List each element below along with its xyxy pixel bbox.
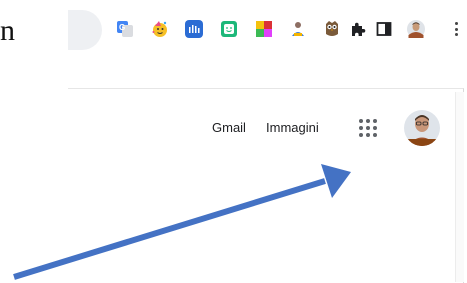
page-content-area [68, 88, 464, 283]
puzzle-extensions-icon[interactable] [349, 20, 367, 38]
profile-avatar-icon[interactable] [407, 20, 425, 38]
more-menu-icon[interactable] [450, 20, 462, 38]
svg-text:G: G [119, 23, 125, 32]
images-link[interactable]: Immagini [266, 120, 319, 136]
cropped-text-fragment: n [0, 16, 15, 46]
gmail-link[interactable]: Gmail [212, 120, 246, 136]
translate-extension-icon[interactable]: G [116, 20, 134, 38]
color-palette-extension-icon[interactable] [255, 20, 273, 38]
owl-extension-icon[interactable] [323, 20, 341, 38]
bookmark-person-extension-icon[interactable] [289, 20, 307, 38]
address-bar-edge[interactable] [68, 10, 102, 50]
side-panel-icon[interactable] [375, 20, 393, 38]
google-apps-grid-icon[interactable] [357, 117, 379, 139]
scrollbar[interactable] [455, 92, 464, 282]
wave-bars-extension-icon[interactable] [185, 20, 203, 38]
smile-card-extension-icon[interactable] [220, 20, 238, 38]
account-avatar[interactable] [404, 110, 440, 146]
party-face-extension-icon[interactable] [151, 20, 169, 38]
